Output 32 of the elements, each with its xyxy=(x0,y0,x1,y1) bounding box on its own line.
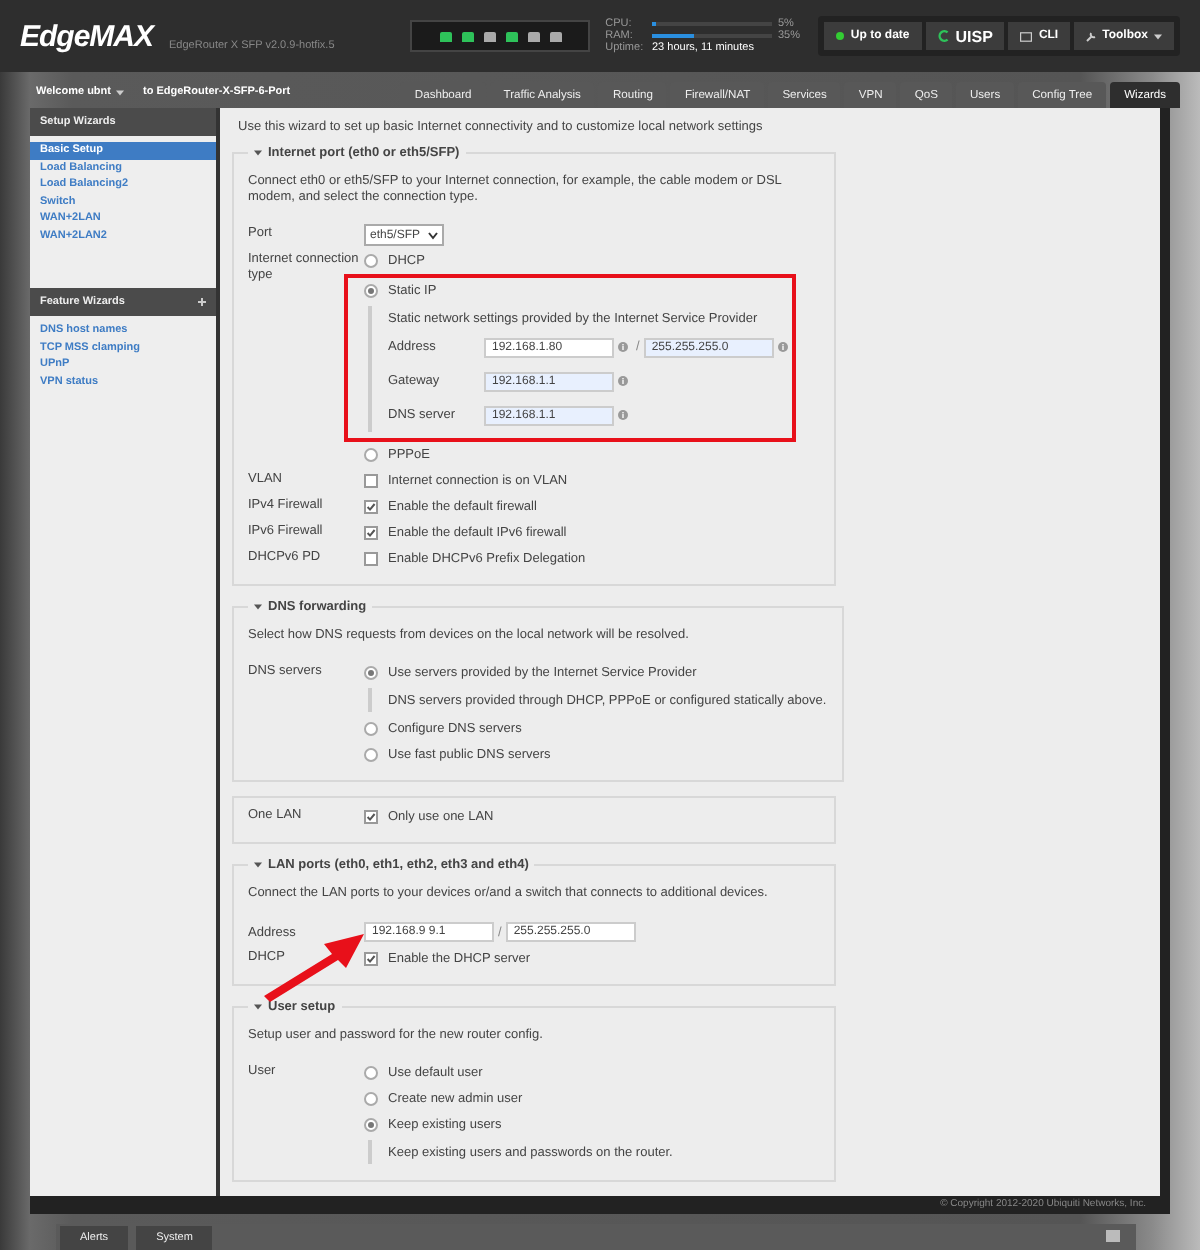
uisp-button[interactable]: UISP xyxy=(925,22,1005,50)
info-icon xyxy=(618,376,628,386)
radio-button[interactable] xyxy=(364,1066,378,1080)
wrench-icon xyxy=(1086,31,1097,41)
collapse-icon[interactable] xyxy=(254,862,262,868)
radio-button[interactable] xyxy=(364,448,378,462)
caret-icon xyxy=(115,89,123,95)
radio-button[interactable] xyxy=(364,284,378,298)
collapse-icon[interactable] xyxy=(254,150,262,156)
info-icon xyxy=(777,342,788,352)
logo: EdgeMAX xyxy=(20,19,154,53)
collapse-icon[interactable] xyxy=(254,604,262,610)
collapse-icon[interactable] xyxy=(254,1004,262,1010)
checkbox[interactable] xyxy=(364,500,378,514)
radio-button[interactable] xyxy=(364,748,378,762)
expand-icon[interactable] xyxy=(198,298,206,306)
radio-button[interactable] xyxy=(364,1092,378,1106)
info-icon xyxy=(618,410,628,420)
chevron-icon xyxy=(428,231,439,239)
radio-button[interactable] xyxy=(364,254,378,268)
checkbox[interactable] xyxy=(364,552,378,566)
radio-button[interactable] xyxy=(364,1118,378,1132)
checkbox[interactable] xyxy=(364,526,378,540)
checkbox[interactable] xyxy=(364,474,378,488)
info-icon xyxy=(618,342,628,352)
ring-icon xyxy=(937,30,950,42)
radio-button[interactable] xyxy=(364,666,378,680)
terminal-icon xyxy=(1020,31,1033,41)
checkbox[interactable] xyxy=(364,952,378,966)
radio-button[interactable] xyxy=(364,722,378,736)
checkbox[interactable] xyxy=(364,810,378,824)
caret-icon xyxy=(1154,33,1162,39)
